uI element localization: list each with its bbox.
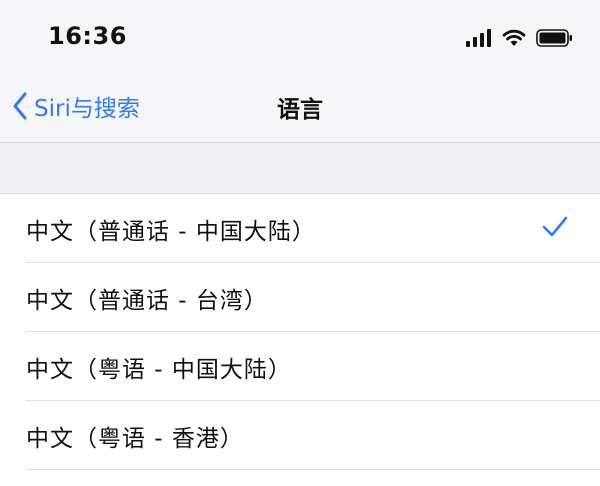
section-header-spacer [0, 143, 600, 194]
battery-icon [536, 29, 572, 47]
language-option-label: 中文（粤语 - 香港） [26, 425, 244, 452]
navigation-bar: Siri与搜索 语言 [0, 70, 600, 143]
status-icons [466, 26, 574, 50]
language-list: 中文（普通话 - 中国大陆） 中文（普通话 - 台湾） 中文（粤语 - 中国大陆… [0, 194, 600, 470]
wifi-icon [502, 29, 526, 46]
language-option-label: 中文（普通话 - 台湾） [26, 287, 268, 314]
checkmark-icon [542, 216, 568, 237]
language-option-mandarin-taiwan[interactable]: 中文（普通话 - 台湾） [0, 263, 600, 332]
status-bar: 16:36 [0, 0, 600, 70]
language-option-mandarin-mainland[interactable]: 中文（普通话 - 中国大陆） [0, 194, 600, 263]
language-option-cantonese-mainland[interactable]: 中文（粤语 - 中国大陆） [0, 332, 600, 401]
cellular-signal-icon [466, 29, 491, 47]
language-settings-screen: 16:36 Siri与搜索 语言 中文（普通话 - 中国大陆） 中文（普通话 -… [0, 0, 600, 486]
language-option-label: 中文（普通话 - 中国大陆） [26, 218, 316, 245]
language-option-label: 中文（粤语 - 中国大陆） [26, 356, 292, 383]
page-title: 语言 [277, 97, 323, 123]
status-time: 16:36 [48, 22, 127, 50]
language-option-cantonese-hongkong[interactable]: 中文（粤语 - 香港） [0, 401, 600, 470]
